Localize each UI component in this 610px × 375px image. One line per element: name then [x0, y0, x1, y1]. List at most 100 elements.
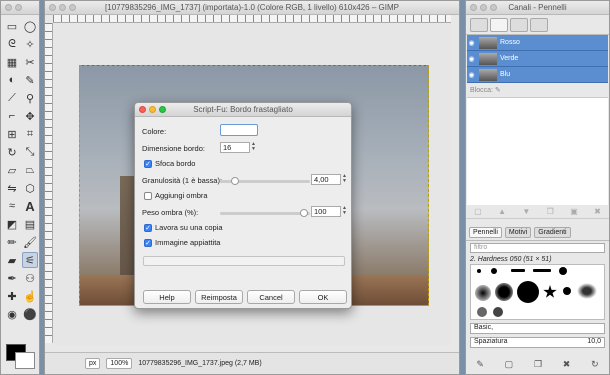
dodge-icon[interactable]: ⚫	[22, 306, 38, 322]
align-icon[interactable]: ⊞	[4, 126, 20, 142]
brush-grid[interactable]	[470, 264, 605, 320]
filter-input[interactable]: filtro	[470, 243, 605, 253]
brush-thumb[interactable]	[543, 285, 557, 298]
refresh-icon[interactable]: ↻	[591, 359, 599, 370]
airbrush-icon[interactable]: ⚟	[22, 252, 38, 268]
channel-row-red[interactable]: ◉ Rosso	[467, 35, 608, 51]
tab-undo[interactable]	[530, 18, 548, 32]
blur-icon[interactable]: ◉	[4, 306, 20, 322]
new-brush-icon[interactable]: ▢	[505, 359, 514, 370]
crop-icon[interactable]: ⌗	[22, 126, 38, 142]
move-icon[interactable]: ✥	[22, 108, 38, 124]
shadow-weight-input[interactable]: 100	[311, 206, 341, 217]
raise-icon[interactable]: ▲	[498, 207, 506, 216]
granularity-spinner[interactable]: ▲ ▼	[341, 174, 348, 185]
scale-icon[interactable]: ⤡	[22, 144, 38, 160]
edit-brush-icon[interactable]: ✎	[476, 359, 484, 370]
brush-thumb[interactable]	[577, 283, 597, 299]
foreground-select-icon[interactable]: ◐	[4, 72, 20, 88]
scissors-icon[interactable]: ✂	[22, 54, 38, 70]
close-button[interactable]	[470, 4, 477, 11]
eye-icon[interactable]: ◉	[467, 71, 476, 79]
minimize-button[interactable]	[149, 106, 156, 113]
copy-row[interactable]: ✓ Lavora su una copia	[144, 223, 223, 232]
ok-button[interactable]: OK	[299, 290, 347, 304]
minimize-button[interactable]	[480, 4, 487, 11]
background-color-swatch[interactable]	[15, 352, 35, 369]
blur-row[interactable]: ✓ Sfoca bordo	[144, 159, 195, 168]
clone-icon[interactable]: ⚇	[22, 270, 38, 286]
brush-thumb[interactable]	[491, 268, 497, 274]
preset-select[interactable]: Basic,	[470, 323, 605, 334]
perspective-icon[interactable]: ⏢	[22, 162, 38, 178]
tab-gradients[interactable]: Gradienti	[534, 227, 571, 238]
lasso-icon[interactable]: ᘓ	[4, 36, 20, 52]
zoom-button[interactable]	[69, 4, 76, 11]
granularity-slider[interactable]	[220, 177, 310, 185]
brush-thumb[interactable]	[533, 269, 551, 272]
eye-icon[interactable]: ◉	[467, 55, 476, 63]
paths-icon[interactable]: ✎	[22, 72, 38, 88]
shadow-row[interactable]: Aggiungi ombra	[144, 191, 208, 200]
minimize-button[interactable]	[15, 4, 22, 11]
tab-channels[interactable]	[490, 18, 508, 32]
shadow-checkbox[interactable]	[144, 191, 152, 200]
duplicate-brush-icon[interactable]: ❐	[534, 359, 542, 370]
minimize-button[interactable]	[59, 4, 66, 11]
zoom-button[interactable]	[490, 4, 497, 11]
brush-thumb[interactable]	[475, 285, 491, 301]
delete-brush-icon[interactable]: ✖	[563, 359, 571, 370]
shadow-weight-slider[interactable]	[220, 209, 310, 217]
brush-thumb[interactable]	[493, 307, 503, 317]
zoom-select[interactable]: 100%	[106, 358, 133, 369]
brush-thumb[interactable]	[511, 269, 525, 272]
delete-icon[interactable]: ✖	[594, 207, 601, 216]
select-color-icon[interactable]: ▦	[4, 54, 20, 70]
brush-lock-icon[interactable]: ✎	[495, 87, 501, 94]
magic-wand-icon[interactable]: ✧	[22, 36, 38, 52]
bucket-fill-icon[interactable]: ◩	[4, 216, 20, 232]
flatten-checkbox[interactable]: ✓	[144, 238, 152, 247]
paintbrush-icon[interactable]: 🖌	[22, 234, 38, 250]
shadow-weight-spinner[interactable]: ▲ ▼	[341, 206, 348, 217]
reset-button[interactable]: Reimposta	[195, 290, 243, 304]
brush-thumb[interactable]	[495, 283, 513, 301]
granularity-input[interactable]: 4,00	[311, 174, 341, 185]
cancel-button[interactable]: Cancel	[247, 290, 295, 304]
ink-icon[interactable]: ✒	[4, 270, 20, 286]
close-button[interactable]	[49, 4, 56, 11]
tab-brushes[interactable]: Pennelli	[469, 227, 502, 238]
copy-checkbox[interactable]: ✓	[144, 223, 152, 232]
flip-icon[interactable]: ⇋	[4, 180, 20, 196]
shear-icon[interactable]: ▱	[4, 162, 20, 178]
ellipse-select-icon[interactable]: ◯	[22, 18, 38, 34]
slider-knob[interactable]	[231, 177, 239, 185]
vertical-ruler[interactable]	[45, 23, 53, 343]
rotate-icon[interactable]: ↻	[4, 144, 20, 160]
to-selection-icon[interactable]: ▣	[570, 207, 578, 216]
tab-paths[interactable]	[510, 18, 528, 32]
color-picker-icon[interactable]: ⟋	[4, 90, 20, 106]
tab-layers[interactable]	[470, 18, 488, 32]
channel-row-green[interactable]: ◉ Verde	[467, 51, 608, 67]
eraser-icon[interactable]: ▰	[4, 252, 20, 268]
flatten-row[interactable]: ✓ Immagine appiattita	[144, 238, 220, 247]
brush-thumb[interactable]	[517, 281, 539, 303]
channel-row-blue[interactable]: ◉ Blu	[467, 67, 608, 83]
gradient-icon[interactable]: ▤	[22, 216, 38, 232]
rect-select-icon[interactable]: ▭	[4, 18, 20, 34]
heal-icon[interactable]: ✚	[4, 288, 20, 304]
new-channel-icon[interactable]: ▢	[474, 207, 482, 216]
spacing-field[interactable]: Spaziatura 10,0	[470, 337, 605, 348]
zoom-icon[interactable]: ⚲	[22, 90, 38, 106]
brush-thumb[interactable]	[563, 287, 571, 295]
smudge-icon[interactable]: ☝	[22, 288, 38, 304]
cage-icon[interactable]: ⬡	[22, 180, 38, 196]
pencil-icon[interactable]: ✏	[4, 234, 20, 250]
size-spinner[interactable]: ▲ ▼	[250, 142, 257, 153]
brush-thumb[interactable]	[559, 267, 567, 275]
close-button[interactable]	[139, 106, 146, 113]
size-input[interactable]: 16	[220, 142, 250, 153]
brush-thumb[interactable]	[477, 307, 487, 317]
channel-list-empty[interactable]	[467, 97, 608, 205]
